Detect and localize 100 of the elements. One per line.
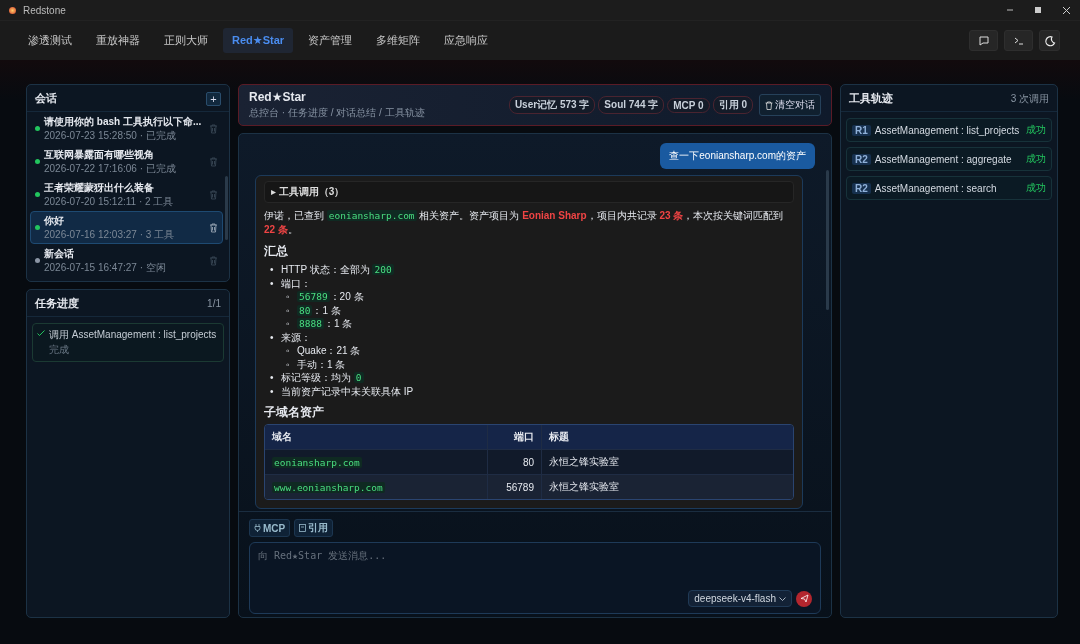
session-title: 你好 (44, 214, 65, 227)
nav-tab[interactable]: 正则大师 (155, 27, 217, 54)
session-title: 王者荣耀蒙犽出什么装备 (44, 181, 155, 194)
call-name: AssetManagement : aggregate (874, 153, 1013, 165)
round-tag: R2 (852, 182, 871, 194)
task-state: 完成 (49, 343, 70, 357)
table-cell: 56789 (487, 475, 542, 499)
nav-tab[interactable]: 应急响应 (435, 27, 498, 54)
session-title: 新会话 (44, 247, 75, 260)
section-heading: 子域名资产 (264, 405, 325, 420)
status-label: 成功 (1026, 181, 1046, 195)
stat-chip: MCP 0 (667, 97, 710, 113)
chat-button[interactable] (969, 30, 998, 51)
session-item[interactable]: 王者荣耀蒙犽出什么装备 2026-07-20 15:12:11 · 2 工具 (30, 178, 223, 211)
status-label: 成功 (1026, 123, 1046, 137)
model-selector[interactable]: deepseek-v4-flash (688, 590, 792, 607)
session-meta: 2026-07-20 15:12:11 · 2 工具 (44, 195, 175, 208)
list-item: Quake：21 条 (297, 344, 361, 358)
document-icon (299, 524, 307, 532)
stat-chip: 引用 0 (712, 96, 753, 114)
app-logo-icon (9, 6, 16, 14)
call-name: AssetManagement : list_projects (874, 124, 1021, 136)
terminal-button[interactable] (1004, 30, 1033, 51)
nav-tab[interactable]: Red★Star (223, 28, 294, 53)
panel-title: 任务进度 (35, 296, 79, 311)
moon-icon (1043, 34, 1056, 47)
task-title: 调用 AssetManagement : list_projects (49, 328, 218, 342)
session-meta: 2026-07-23 15:28:50 · 已完成 (44, 129, 177, 142)
list-marker: ◦ (286, 290, 291, 304)
composer-toggle[interactable]: 引用 (294, 519, 334, 537)
assistant-title: Red★Star (249, 90, 307, 104)
session-item[interactable]: 新会话 2026-07-15 16:47:27 · 空闲 (30, 244, 223, 277)
caret-icon (779, 596, 786, 601)
nav-tab[interactable]: 重放神器 (87, 27, 149, 54)
add-session-button[interactable]: + (206, 91, 221, 106)
tool-calls-toggle[interactable]: ▸ 工具调用（3） (264, 181, 794, 203)
session-item[interactable]: 请使用你的 bash 工具执行以下命... 2026-07-23 15:28:50 · 已完成 (30, 112, 223, 145)
nav-tab[interactable]: 渗透测试 (19, 27, 81, 54)
stat-chip: Soul 744 字 (598, 96, 665, 114)
list-item: 标记等级：均为 0 (281, 371, 364, 385)
table-cell-text: 永恒之锋实验室 (548, 455, 620, 469)
session-meta: 2026-07-22 17:16:06 · 已完成 (44, 162, 177, 175)
list-item: 8888 ：1 条 (297, 317, 353, 331)
session-title: 请使用你的 bash 工具执行以下命... (44, 115, 203, 128)
list-marker: ◦ (286, 317, 291, 331)
task-count: 1/1 (207, 298, 221, 309)
clear-chat-button[interactable]: 清空对话 (759, 94, 821, 116)
table-cell: eoniansharp.com (272, 456, 362, 468)
trash-icon (765, 100, 773, 110)
breadcrumb: 总控台 · 任务进度 / 对话总结 / 工具轨迹 (249, 106, 425, 120)
session-item[interactable]: 互联网暴露面有哪些视角 2026-07-22 17:16:06 · 已完成 (30, 145, 223, 178)
scrollbar[interactable] (225, 176, 228, 240)
list-marker: • (270, 384, 275, 398)
chat-icon (977, 34, 990, 47)
list-marker: • (270, 276, 275, 290)
maximize-icon (1035, 7, 1041, 13)
user-message: 查一下eoniansharp.com的资产 (660, 143, 815, 169)
list-item: 80 ：1 条 (297, 303, 341, 317)
session-meta: 2026-07-15 16:47:27 · 空闲 (44, 261, 167, 274)
nav-tab[interactable]: 资产管理 (299, 27, 362, 54)
session-meta: 2026-07-16 12:03:27 · 3 工具 (44, 228, 176, 241)
list-marker: • (270, 263, 275, 277)
list-marker: • (270, 371, 275, 385)
send-button[interactable] (796, 590, 812, 607)
call-count: 3 次调用 (1010, 91, 1049, 106)
list-item: 当前资产记录中未关联具体 IP (281, 384, 414, 398)
list-marker: ◦ (286, 303, 291, 317)
message-paragraph: 伊诺，已查到 eoniansharp.com 相关资产。资产项目为 Eonian Sharp，项目内共记录 23 条，本次按关键词匹配到 22 条。 (264, 209, 785, 237)
message-input[interactable]: 向 Red★Star 发送消息... deepseek-v4-flash (249, 542, 821, 614)
list-item: HTTP 状态：全部为 200 (281, 263, 394, 277)
status-label: 成功 (1026, 152, 1046, 166)
plug-icon (254, 524, 261, 532)
composer-toggle[interactable]: MCP (249, 519, 291, 537)
list-item: 来源： (281, 330, 311, 344)
nav-tab[interactable]: 多维矩阵 (367, 27, 430, 54)
stat-chip: User记忆 573 字 (508, 96, 596, 114)
section-heading: 汇总 (264, 244, 289, 259)
list-item: 手动：1 条 (297, 357, 346, 371)
round-tag: R1 (852, 124, 871, 136)
session-title: 互联网暴露面有哪些视角 (44, 148, 155, 161)
list-marker: • (270, 330, 275, 344)
window-title: Redstone (23, 4, 66, 16)
round-tag: R2 (852, 153, 871, 165)
list-item: 端口： (281, 276, 311, 290)
table-cell: www.eoniansharp.com (272, 481, 385, 493)
list-marker: ◦ (286, 357, 291, 371)
call-name: AssetManagement : search (874, 182, 998, 194)
panel-title: 工具轨迹 (849, 91, 893, 106)
session-item[interactable]: 你好 2026-07-16 12:03:27 · 3 工具 (30, 211, 223, 244)
list-item: 56789 ：20 条 (297, 290, 364, 304)
trash-icon[interactable] (209, 222, 218, 233)
panel-title: 会话 (35, 91, 57, 106)
column-header: 域名 (271, 430, 293, 444)
theme-button[interactable] (1039, 30, 1060, 51)
close-icon (1062, 6, 1070, 14)
list-marker: ◦ (286, 344, 291, 358)
minimize-icon (1007, 9, 1013, 11)
scrollbar[interactable] (826, 170, 829, 310)
column-header: 标题 (548, 430, 570, 444)
send-icon (799, 594, 809, 603)
